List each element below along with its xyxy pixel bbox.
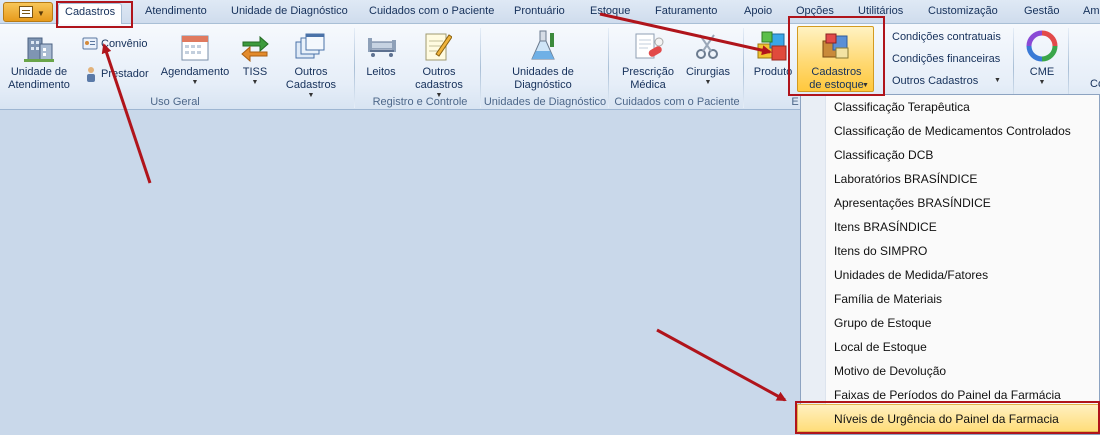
annotation-arrow-3 <box>656 328 787 402</box>
annotation-arrows <box>101 12 787 402</box>
annotation-arrow-1 <box>101 43 152 184</box>
annotation-arrow-2 <box>599 12 772 56</box>
